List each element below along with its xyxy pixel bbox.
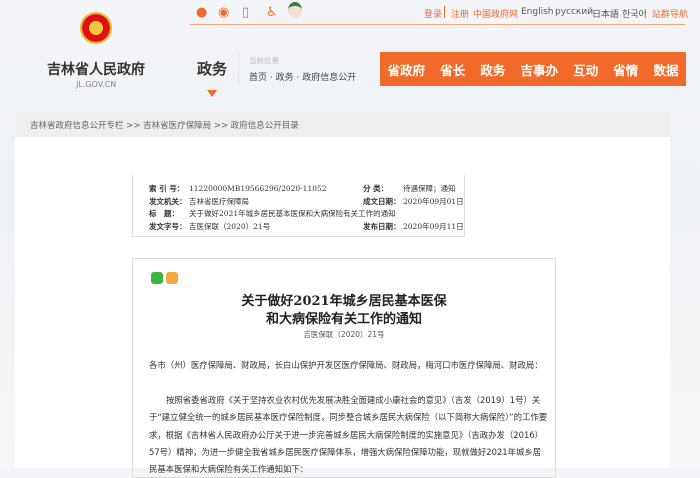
divider bbox=[444, 6, 445, 18]
published-value: 2020年09月11日 bbox=[403, 222, 464, 231]
title-value: 关于做好2021年城乡居民基本医保和大病保险有关工作的通知 bbox=[189, 209, 396, 218]
location-label: 当前位置 bbox=[249, 56, 279, 65]
nav-data[interactable]: 数据 bbox=[653, 60, 678, 79]
wechat-share-icon[interactable] bbox=[151, 272, 163, 284]
issuer-value: 吉林省医疗保障局 bbox=[189, 197, 249, 206]
meta-row: 发文机关： 吉林省医疗保障局 bbox=[149, 196, 249, 208]
article: 关于做好2021年城乡居民基本医保 和大病保险有关工作的通知 吉医保联（2020… bbox=[132, 258, 556, 478]
meta-row: 发文字号： 吉医保联（2020）21号 bbox=[149, 221, 270, 233]
korean-link[interactable]: 한국어 bbox=[622, 7, 647, 20]
article-title-line2: 和大病保险有关工作的通知 bbox=[265, 312, 422, 327]
metadata-table: 索 引 号： 11220000MB19566296/2020-11052 分 类：… bbox=[132, 175, 465, 237]
dropdown-triangle-icon[interactable] bbox=[207, 90, 217, 97]
gov-cn-link[interactable]: 中国政府网 bbox=[473, 7, 518, 20]
article-body: 按照省委省政府《关于坚持农业农村优先发展决胜全面建成小康社会的意见》（吉发（20… bbox=[149, 395, 548, 475]
written-value: 2020年09月01日 bbox=[403, 197, 464, 206]
nav-governor[interactable]: 省长 bbox=[440, 60, 465, 79]
english-link[interactable]: English bbox=[521, 7, 554, 17]
location-affairs[interactable]: 政务 bbox=[276, 73, 294, 83]
top-bar: ● ◉ ▯ ♿ 登录 注册 中国政府网 English русский 日本語 … bbox=[190, 0, 688, 25]
location-info[interactable]: 政府信息公开 bbox=[302, 73, 356, 83]
japanese-link[interactable]: 日本語 bbox=[592, 7, 619, 20]
issuer-label: 发文机关： bbox=[149, 197, 187, 206]
site-nav-link[interactable]: 站群导航 bbox=[652, 7, 688, 20]
article-title-line1: 关于做好2021年城乡居民基本医保 bbox=[241, 294, 447, 309]
docno-value: 吉医保联（2020）21号 bbox=[189, 222, 271, 231]
mobile-icon[interactable]: ▯ bbox=[242, 5, 249, 20]
divider bbox=[238, 52, 239, 86]
index-label: 索 引 号： bbox=[149, 184, 185, 193]
meta-row: 成文日期： 2020年09月01日 bbox=[363, 196, 464, 208]
location-breadcrumb: 首页 · 政务 · 政府信息公开 bbox=[249, 73, 357, 83]
nav-province-gov[interactable]: 省政府 bbox=[388, 60, 426, 79]
weibo-share-icon[interactable] bbox=[166, 272, 178, 284]
breadcrumb[interactable]: 吉林省政府信息公开专栏 >> 吉林省医疗保障局 >> 政府信息公开目录 bbox=[15, 112, 670, 137]
location-home[interactable]: 首页 bbox=[249, 73, 267, 83]
weibo-icon[interactable]: ◉ bbox=[218, 5, 229, 20]
accessibility-icon[interactable]: ♿ bbox=[266, 5, 278, 20]
nav-jishiban[interactable]: 吉事办 bbox=[520, 60, 558, 79]
russian-link[interactable]: русский bbox=[555, 7, 593, 17]
site-domain: JL.GOV.CN bbox=[76, 80, 117, 89]
section-title: 政务 bbox=[197, 60, 228, 78]
written-label: 成文日期： bbox=[363, 197, 401, 206]
mascot-icon[interactable] bbox=[288, 2, 302, 18]
nav-affairs[interactable]: 政务 bbox=[480, 60, 505, 79]
meta-row: 标 题： 关于做好2021年城乡居民基本医保和大病保险有关工作的通知 bbox=[149, 208, 396, 220]
nav-province-info[interactable]: 省情 bbox=[613, 60, 638, 79]
index-value: 11220000MB19566296/2020-11052 bbox=[189, 184, 327, 193]
published-label: 发布日期： bbox=[363, 222, 401, 231]
meta-row: 发布日期： 2020年09月11日 bbox=[363, 221, 464, 233]
docno-label: 发文字号： bbox=[149, 222, 187, 231]
meta-row: 分 类： 待遇保障；通知 bbox=[363, 183, 456, 195]
national-emblem-logo bbox=[80, 12, 112, 44]
category-value: 待遇保障；通知 bbox=[403, 184, 456, 193]
nav-interaction[interactable]: 互动 bbox=[573, 60, 598, 79]
article-addressee: 各市（州）医疗保障局、财政局，长白山保护开发区医疗保障局、财政局，梅河口市医疗保… bbox=[149, 360, 543, 370]
login-link[interactable]: 登录 bbox=[424, 7, 442, 20]
title-label: 标 题： bbox=[149, 209, 179, 218]
main-nav: 省政府 省长 政务 吉事办 互动 省情 数据 bbox=[380, 52, 686, 86]
category-label: 分 类： bbox=[363, 184, 389, 193]
meta-row: 索 引 号： 11220000MB19566296/2020-11052 bbox=[149, 183, 327, 195]
article-docno: 吉医保联（2020）21号 bbox=[303, 330, 385, 339]
site-name[interactable]: 吉林省人民政府 bbox=[47, 59, 145, 79]
wechat-icon[interactable]: ● bbox=[196, 5, 207, 20]
register-link[interactable]: 注册 bbox=[451, 7, 469, 20]
